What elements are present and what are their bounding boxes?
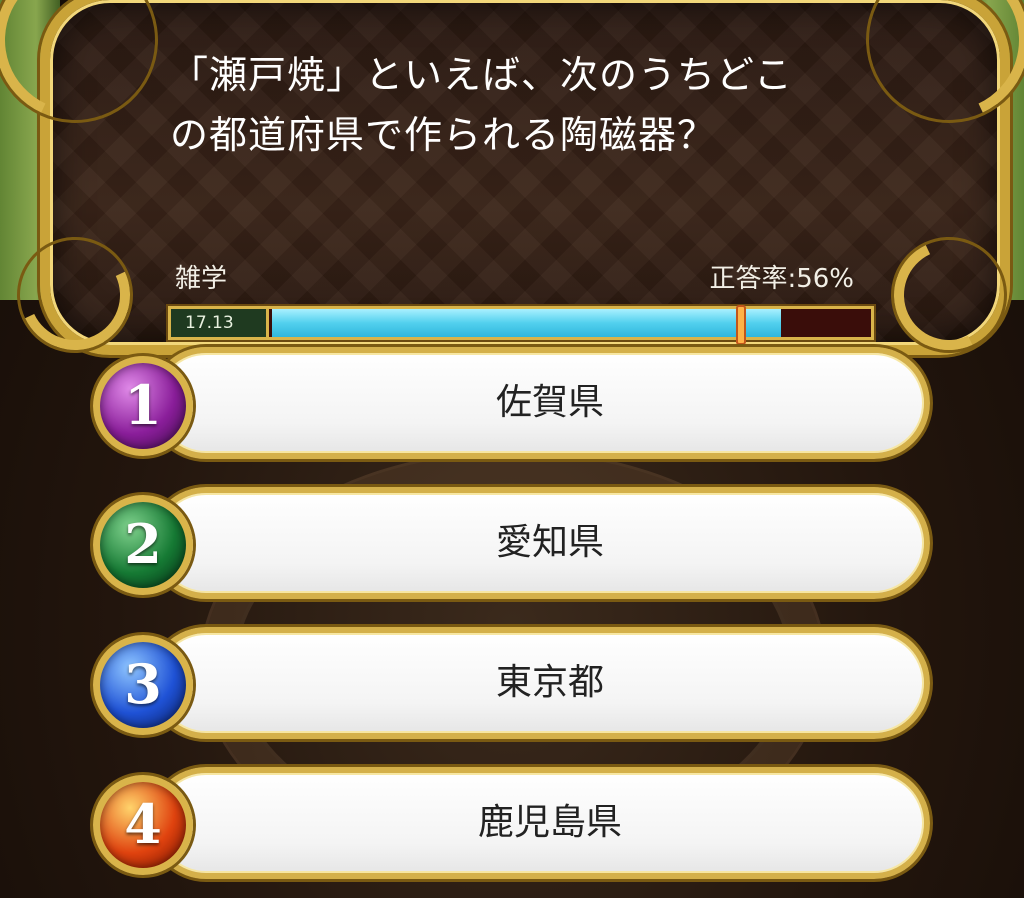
answer-number-badge-3[interactable]: 3 (93, 635, 193, 735)
answer-number-badge-4[interactable]: 4 (93, 775, 193, 875)
question-panel: 「瀬戸焼」といえば、次のうちどこ の都道府県で作られる陶磁器？ (40, 0, 1010, 355)
answer-number-badge-2[interactable]: 2 (93, 495, 193, 595)
question-category: 雑学 (175, 264, 228, 294)
answer-option-2[interactable]: 愛知県 (150, 487, 930, 599)
answer-label-1: 佐賀県 (495, 382, 604, 423)
answer-option-4[interactable]: 鹿児島県 (150, 767, 930, 879)
question-line-1: 「瀬戸焼」といえば、次のうちどこ (170, 53, 793, 97)
answer-option-1[interactable]: 佐賀県 (150, 347, 930, 459)
question-line-2: の都道府県で作られる陶磁器？ (170, 113, 717, 157)
timer-value: 17.13 (171, 309, 269, 337)
timer-bar: 17.13 (168, 305, 874, 345)
answer-label-3: 東京都 (495, 662, 604, 703)
timer-marker-icon (732, 301, 746, 345)
answer-number-badge-1[interactable]: 1 (93, 356, 193, 456)
answer-label-4: 鹿児島県 (477, 802, 622, 843)
answer-option-3[interactable]: 東京都 (150, 627, 930, 739)
answer-label-2: 愛知県 (495, 522, 604, 563)
question-text: 「瀬戸焼」といえば、次のうちどこ の都道府県で作られる陶磁器？ (170, 45, 930, 165)
timer-fill (272, 309, 781, 337)
correct-rate: 正答率:56% (709, 264, 854, 294)
